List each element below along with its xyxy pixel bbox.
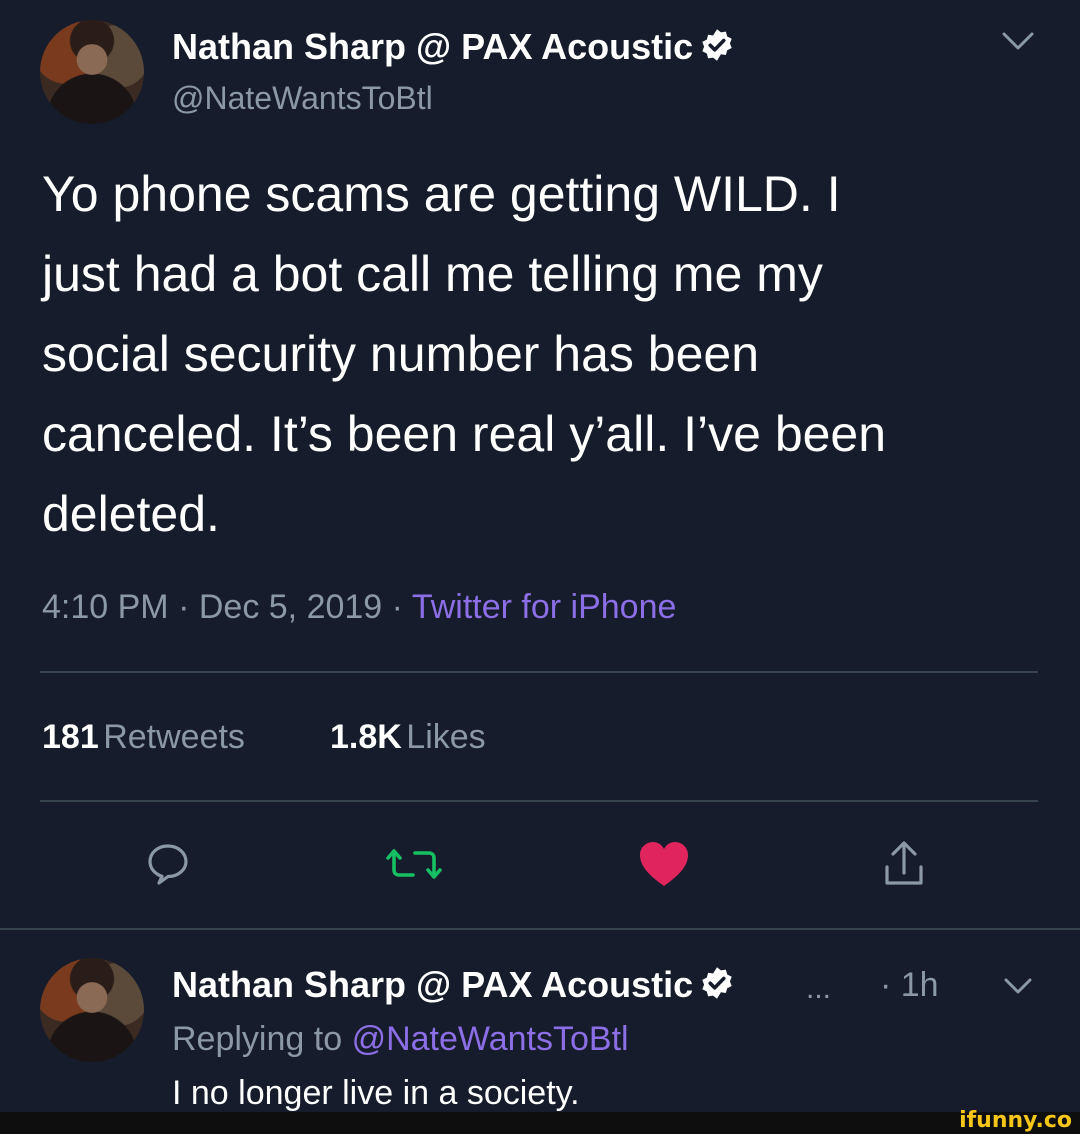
like-button[interactable]	[634, 836, 694, 896]
likes-count: 1.8K	[330, 718, 402, 756]
tweet-meta: 4:10 PM · Dec 5, 2019 · Twitter for iPho…	[42, 588, 676, 627]
reply-button[interactable]	[138, 836, 198, 896]
divider	[40, 800, 1038, 802]
retweet-icon	[384, 839, 444, 894]
retweet-button[interactable]	[384, 836, 444, 896]
author-avatar[interactable]	[40, 20, 144, 124]
reply-ellipsis: ...	[806, 972, 832, 1005]
retweets-label: Retweets	[103, 718, 245, 756]
reply-time: · 1h	[880, 966, 939, 1004]
reply-text: I no longer live in a society.	[172, 1074, 580, 1112]
retweets-stat[interactable]: 181 Retweets	[42, 718, 245, 757]
watermark-bar	[0, 1112, 1080, 1134]
replying-to-label: Replying to	[172, 1020, 343, 1058]
tweet-time: 4:10 PM	[42, 588, 169, 626]
author-name-row[interactable]: Nathan Sharp @ PAX Acoustic	[172, 26, 735, 72]
chevron-down-icon[interactable]	[1000, 30, 1036, 57]
heart-icon	[637, 839, 691, 894]
meta-separator: ·	[391, 588, 403, 626]
meta-separator: ·	[178, 588, 190, 626]
tweet-date: Dec 5, 2019	[198, 588, 383, 626]
chevron-down-icon[interactable]	[1002, 976, 1034, 1001]
tweet-text-line: Yo phone scams are getting WILD. I	[42, 166, 841, 222]
replying-to-handle[interactable]: @NateWantsToBtl	[352, 1020, 629, 1058]
share-button[interactable]	[874, 836, 934, 896]
divider	[40, 671, 1038, 673]
author-handle[interactable]: @NateWantsToBtl	[172, 80, 433, 117]
replying-to: Replying to @NateWantsToBtl	[172, 1020, 629, 1059]
tweet-text-line: deleted.	[42, 486, 220, 542]
author-name[interactable]: Nathan Sharp @ PAX Acoustic	[172, 26, 693, 67]
ifunny-watermark: ifunny.co	[959, 1108, 1072, 1133]
divider	[0, 928, 1080, 930]
likes-stat[interactable]: 1.8K Likes	[330, 718, 486, 757]
verified-badge-icon	[699, 965, 735, 1010]
reply-icon	[143, 839, 193, 894]
reply-author-name[interactable]: Nathan Sharp @ PAX Acoustic	[172, 964, 693, 1005]
verified-badge-icon	[699, 27, 735, 72]
reply-author-avatar[interactable]	[40, 958, 144, 1062]
likes-label: Likes	[406, 718, 486, 756]
tweet-text-line: just had a bot call me telling me my	[42, 246, 823, 302]
tweet-text-line: canceled. It’s been real y’all. I’ve bee…	[42, 406, 887, 462]
tweet-source-link[interactable]: Twitter for iPhone	[412, 588, 677, 626]
share-icon	[879, 837, 929, 896]
reply-author-name-row[interactable]: Nathan Sharp @ PAX Acoustic	[172, 964, 735, 1010]
tweet-text-line: social security number has been	[42, 326, 760, 382]
tweet-text: Yo phone scams are getting WILD. I just …	[42, 154, 1052, 554]
retweets-count: 181	[42, 718, 99, 756]
